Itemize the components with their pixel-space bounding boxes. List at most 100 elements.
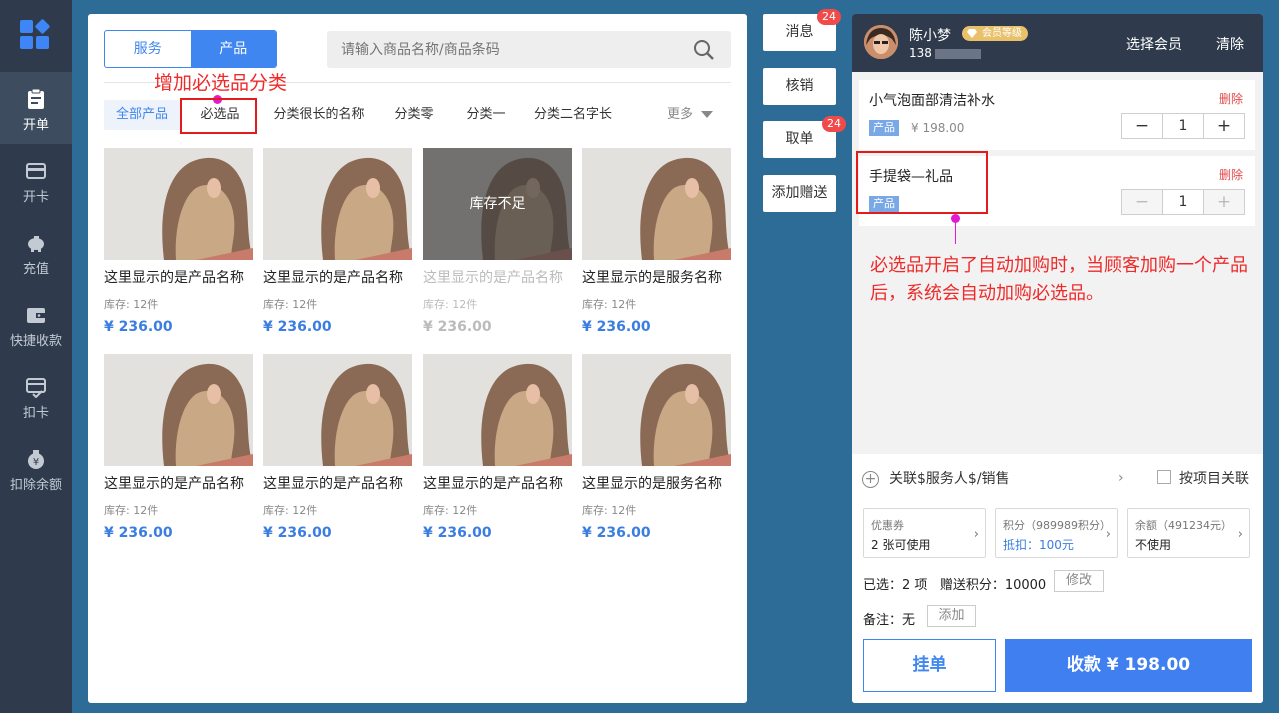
- sidebar-item-label: 开单: [22, 118, 49, 133]
- sidebar-item-deduct-balance[interactable]: ¥ 扣除余额: [0, 432, 72, 504]
- verify-button[interactable]: 核销: [763, 68, 836, 105]
- product-image: [104, 148, 253, 260]
- product-price: ¥ 236.00: [104, 319, 173, 335]
- chevron-right-icon: ›: [1118, 470, 1124, 486]
- search-box: [327, 31, 731, 68]
- member-phone: 138: [909, 46, 981, 60]
- coupon-selector[interactable]: 优惠券 2 张可使用 ›: [863, 508, 986, 558]
- product-price: ¥ 236.00: [582, 319, 651, 335]
- sidebar: 开单 开卡 充值 快捷收款 扣卡 ¥ 扣除余额: [0, 0, 72, 713]
- product-name: 这里显示的是产品名称: [263, 476, 403, 492]
- segment-service[interactable]: 服务: [105, 31, 191, 67]
- modify-points-button[interactable]: 修改: [1054, 570, 1104, 592]
- annotation-auto-add: 必选品开启了自动加购时，当顾客加购一个产品后，系统会自动加购必选品。: [870, 255, 1248, 304]
- money-bag-icon: ¥: [28, 450, 44, 469]
- by-item-label: 按项目关联: [1179, 471, 1249, 487]
- quantity-value[interactable]: 1: [1162, 114, 1204, 138]
- quantity-stepper: − 1 +: [1121, 189, 1245, 215]
- sidebar-item-open-order[interactable]: 开单: [0, 72, 72, 144]
- sidebar-item-label: 扣卡: [22, 406, 49, 421]
- cart-item-price: ¥ 198.00: [911, 121, 965, 135]
- category-two[interactable]: 分类二名字长: [528, 100, 618, 130]
- product-stock: 库存: 12件: [582, 504, 637, 517]
- product-image: [263, 354, 412, 466]
- product-card[interactable]: 这里显示的是产品名称 库存: 12件 ¥ 236.00: [263, 354, 412, 544]
- avatar[interactable]: [864, 25, 898, 59]
- more-categories-button[interactable]: 更多: [667, 100, 713, 130]
- product-card[interactable]: 这里显示的是产品名称 库存: 12件 ¥ 236.00: [423, 354, 572, 544]
- piggy-bank-icon: [28, 236, 44, 252]
- take-order-badge: 24: [822, 116, 846, 132]
- diamond-icon: [967, 29, 977, 38]
- card-icon: [26, 163, 46, 179]
- annotation-box-required-category: [180, 98, 257, 134]
- type-segment: 服务 产品: [104, 30, 277, 68]
- product-card[interactable]: 这里显示的是产品名称 库存: 12件 ¥ 236.00: [263, 148, 412, 338]
- product-name: 这里显示的是产品名称: [263, 270, 403, 286]
- plus-circle-icon: +: [862, 470, 879, 488]
- product-price: ¥ 236.00: [104, 525, 173, 541]
- segment-product[interactable]: 产品: [190, 31, 276, 67]
- balance-selector[interactable]: 余额（491234元） 不使用 ›: [1127, 508, 1250, 558]
- sidebar-item-deduct-card[interactable]: 扣卡: [0, 360, 72, 432]
- sidebar-item-open-card[interactable]: 开卡: [0, 144, 72, 216]
- product-image: [423, 354, 572, 466]
- product-name: 这里显示的是服务名称: [582, 270, 722, 286]
- chevron-right-icon: ›: [973, 527, 979, 542]
- annotation-line: [955, 218, 956, 244]
- search-input[interactable]: [327, 31, 667, 68]
- wallet-icon: [27, 308, 45, 323]
- product-card[interactable]: 这里显示的是服务名称 库存: 12件 ¥ 236.00: [582, 354, 731, 544]
- product-card[interactable]: 这里显示的是产品名称 库存: 12件 ¥ 236.00: [104, 354, 253, 544]
- product-name: 这里显示的是服务名称: [582, 476, 722, 492]
- product-price: ¥ 236.00: [423, 525, 492, 541]
- chevron-right-icon: ›: [1237, 527, 1243, 542]
- product-image: 库存不足: [423, 148, 572, 260]
- by-item-checkbox[interactable]: [1157, 470, 1171, 484]
- annotation-add-required-category: 增加必选品分类: [146, 68, 296, 95]
- quantity-stepper: − 1 +: [1121, 113, 1245, 139]
- search-icon[interactable]: [693, 39, 715, 61]
- product-card[interactable]: 这里显示的是服务名称 库存: 12件 ¥ 236.00: [582, 148, 731, 338]
- annotation-box-required-item: [856, 151, 988, 214]
- sidebar-item-label: 充值: [22, 262, 49, 277]
- product-stock: 库存: 12件: [582, 298, 637, 311]
- product-image: [263, 148, 412, 260]
- category-zero[interactable]: 分类零: [384, 100, 444, 130]
- cart-item-name: 小气泡面部清洁补水: [869, 93, 995, 109]
- add-gift-button[interactable]: 添加赠送: [763, 175, 836, 212]
- message-badge: 24: [817, 9, 841, 25]
- add-remark-button[interactable]: 添加: [927, 605, 976, 627]
- checkout-area: + 关联$服务人$/销售 › 按项目关联 优惠券 2 张可使用 › 积分（9899…: [852, 454, 1263, 703]
- product-image: [582, 354, 731, 466]
- product-price: ¥ 236.00: [423, 319, 492, 335]
- points-selector[interactable]: 积分（989989积分） 抵扣：100元 ›: [995, 508, 1118, 558]
- member-name: 陈小梦: [909, 28, 951, 44]
- category-one[interactable]: 分类一: [456, 100, 516, 130]
- cart-panel: 陈小梦 会员等级 138 选择会员 清除 小气泡面部清洁补水 删除 产品 ¥ 1…: [852, 14, 1263, 703]
- link-staff-row[interactable]: + 关联$服务人$/销售: [862, 468, 1010, 488]
- minus-button: −: [1122, 190, 1162, 214]
- choose-member-button[interactable]: 选择会员: [1126, 34, 1182, 54]
- product-price: ¥ 236.00: [263, 319, 332, 335]
- category-all[interactable]: 全部产品: [104, 100, 180, 130]
- member-header: 陈小梦 会员等级 138 选择会员 清除: [852, 14, 1263, 72]
- product-image: [582, 148, 731, 260]
- product-card[interactable]: 库存不足 这里显示的是产品名称 库存: 12件 ¥ 236.00: [423, 148, 572, 338]
- checkout-button[interactable]: 收款 ¥ 198.00: [1005, 639, 1252, 692]
- clear-member-button[interactable]: 清除: [1216, 34, 1244, 54]
- product-stock: 库存: 12件: [104, 298, 159, 311]
- delete-item-button[interactable]: 删除: [1219, 90, 1243, 107]
- sidebar-item-recharge[interactable]: 充值: [0, 216, 72, 288]
- minus-button[interactable]: −: [1122, 114, 1162, 138]
- product-stock: 库存: 12件: [263, 504, 318, 517]
- product-name: 这里显示的是产品名称: [423, 476, 563, 492]
- delete-item-button[interactable]: 删除: [1219, 166, 1243, 183]
- product-card[interactable]: 这里显示的是产品名称 库存: 12件 ¥ 236.00: [104, 148, 253, 338]
- plus-button[interactable]: +: [1204, 114, 1244, 138]
- product-stock: 库存: 12件: [423, 298, 478, 311]
- product-image: [104, 354, 253, 466]
- sidebar-item-quick-pay[interactable]: 快捷收款: [0, 288, 72, 360]
- hold-order-button[interactable]: 挂单: [863, 639, 996, 692]
- category-long-name[interactable]: 分类很长的名称: [264, 100, 374, 130]
